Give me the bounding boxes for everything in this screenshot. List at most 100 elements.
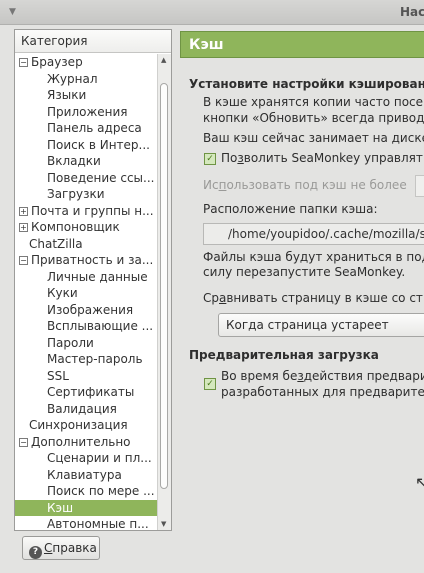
tree-item-label: Языки: [47, 88, 87, 102]
tree-item[interactable]: Синхронизация: [15, 417, 157, 434]
tree-column-header[interactable]: Категория: [15, 30, 171, 53]
tree-item-label: Изображения: [47, 302, 134, 317]
prefetch-label-line1[interactable]: Во время бездействия предвари: [221, 369, 424, 383]
cache-description-line2: кнопки «Обновить» всегда привод: [203, 111, 424, 125]
tree-item-label: Загрузки: [47, 187, 105, 201]
use-limit-text-b: ользовать под кэш не более: [226, 178, 407, 192]
panel-title: Кэш: [180, 31, 424, 58]
tree-item[interactable]: Сертификаты: [15, 384, 157, 401]
scroll-down-icon[interactable]: ▼: [161, 520, 166, 528]
cache-description-line1: В кэше хранятся копии часто посе: [203, 95, 424, 109]
tree-item[interactable]: Приложения: [15, 104, 157, 121]
tree-item-label: Всплывающие ...: [47, 319, 154, 333]
tree-item-label: Личные данные: [47, 269, 148, 284]
prefetch-text-b: действия предвари: [303, 369, 424, 383]
tree-item-label: Браузер: [31, 55, 83, 69]
tree-item-label: Вкладки: [47, 154, 101, 168]
help-icon: ?: [29, 546, 42, 559]
tree-item-label: SSL: [47, 368, 69, 383]
tree-item[interactable]: Поиск в Интер...: [15, 137, 157, 154]
cache-folder-label: Расположение папки кэша:: [203, 202, 378, 216]
prefetch-section-title: Предварительная загрузка: [189, 348, 379, 362]
compare-text-b: внивать страницу в кэше со ст: [226, 291, 423, 305]
collapse-icon[interactable]: −: [19, 256, 28, 265]
expand-icon[interactable]: +: [19, 206, 28, 216]
collapse-icon[interactable]: −: [19, 437, 28, 447]
folder-note-line1: Файлы кэша будут храниться в под: [203, 250, 424, 264]
tree-item[interactable]: Поиск по мере ...: [15, 483, 157, 500]
tree-item[interactable]: − Приватность и за...: [15, 252, 157, 269]
cache-folder-path-field[interactable]: /home/youpidoo/.cache/mozilla/se: [203, 223, 424, 245]
tree-item[interactable]: + Почта и группы н...: [15, 203, 157, 220]
tree-item-label: Поведение ссы...: [47, 170, 155, 185]
tree-item[interactable]: Изображения: [15, 302, 157, 319]
allow-manage-text-b: волить SeaMonkey управлят: [243, 151, 423, 165]
tree-item-label: Дополнительно: [31, 434, 131, 449]
tree-rows: − Браузер Журнал Языки Приложения Панель адре…: [15, 54, 157, 531]
tree-item[interactable]: Клавиатура: [15, 467, 157, 484]
tree-item-label: Пароли: [47, 335, 94, 350]
scrollbar-thumb[interactable]: [160, 83, 168, 489]
tree-item[interactable]: ChatZilla: [15, 236, 157, 253]
tree-item[interactable]: Журнал: [15, 71, 157, 88]
prefetch-text-a: Во время бе: [221, 369, 298, 383]
tree-item-label: Почта и группы н...: [31, 203, 154, 218]
tree-item[interactable]: Поведение ссы...: [15, 170, 157, 187]
tree-item-label: Сертификаты: [47, 385, 135, 399]
tree-item-label: Клавиатура: [47, 467, 122, 482]
tree-item[interactable]: Мастер-пароль: [15, 351, 157, 368]
tree-item-label: Мастер-пароль: [47, 352, 143, 366]
tree-item-label: Валидация: [47, 401, 117, 416]
tree-item[interactable]: + Компоновщик: [15, 219, 157, 236]
tree-item[interactable]: Панель адреса: [15, 120, 157, 137]
tree-item[interactable]: Пароли: [15, 335, 157, 352]
scroll-up-icon[interactable]: ▲: [161, 56, 166, 64]
cache-usage-text: Ваш кэш сейчас занимает на диске: [203, 131, 424, 145]
allow-manage-checkbox[interactable]: ✓: [204, 153, 216, 165]
prefetch-checkbox[interactable]: ✓: [204, 378, 216, 390]
allow-manage-text-a: По: [221, 151, 238, 165]
tree-item[interactable]: − Дополнительно: [15, 434, 157, 451]
tree-item-label: ChatZilla: [29, 236, 83, 251]
window-menu-icon[interactable]: ▼: [9, 7, 16, 17]
tree-item[interactable]: Загрузки: [15, 186, 157, 203]
tree-item-label: Поиск по мере ...: [47, 484, 155, 498]
mouse-cursor-icon: ↖: [415, 473, 424, 492]
compare-text-a: Ср: [203, 291, 219, 305]
folder-note-line2: силу перезапустите SeaMonkey.: [203, 265, 406, 279]
tree-item[interactable]: Валидация: [15, 401, 157, 418]
tree-item-label: Компоновщик: [31, 220, 120, 234]
expand-icon[interactable]: +: [19, 223, 28, 232]
tree-item[interactable]: Автономные п...: [15, 516, 157, 531]
cache-section-title: Установите настройки кэширован: [189, 77, 424, 91]
compare-page-dropdown[interactable]: Когда страница устареет: [218, 313, 424, 337]
tree-item-label: Журнал: [47, 71, 98, 86]
tree-item[interactable]: Всплывающие ...: [15, 318, 157, 335]
compare-label: Сравнивать страницу в кэше со ст: [203, 291, 423, 305]
tree-item[interactable]: Куки: [15, 285, 157, 302]
tree-item[interactable]: Личные данные: [15, 269, 157, 286]
tree-scrollbar[interactable]: ▲ ▼: [157, 54, 171, 530]
prefetch-label-line2: разработанных для предварите: [221, 385, 424, 399]
tree-item-label: Поиск в Интер...: [47, 137, 150, 152]
tree-item[interactable]: SSL: [15, 368, 157, 385]
tree-item-label: Приватность и за...: [31, 253, 154, 267]
tree-item[interactable]: Языки: [15, 87, 157, 104]
title-bar: ▼ Нас: [0, 0, 424, 25]
tree-item-label: Приложения: [47, 104, 128, 119]
use-limit-text-a: Ис: [203, 178, 219, 192]
help-button[interactable]: ? Справка: [22, 536, 100, 560]
cache-size-spinbox[interactable]: [415, 175, 424, 197]
tree-item-label: Автономные п...: [47, 517, 149, 531]
tree-item-label: Куки: [47, 286, 78, 300]
allow-manage-label[interactable]: Позволить SeaMonkey управлят: [221, 151, 423, 165]
tree-item[interactable]: − Браузер: [15, 54, 157, 71]
tree-item[interactable]: Вкладки: [15, 153, 157, 170]
tree-item-label: Синхронизация: [29, 418, 128, 432]
tree-item-label: Кэш: [47, 500, 74, 515]
collapse-icon[interactable]: −: [19, 58, 28, 67]
tree-item[interactable]: Сценарии и пл...: [15, 450, 157, 467]
tree-item[interactable]: Кэш: [15, 499, 157, 516]
category-tree[interactable]: Категория − Браузер Журнал Языки Приложения П…: [14, 29, 172, 531]
tree-item-label: Панель адреса: [47, 121, 142, 135]
